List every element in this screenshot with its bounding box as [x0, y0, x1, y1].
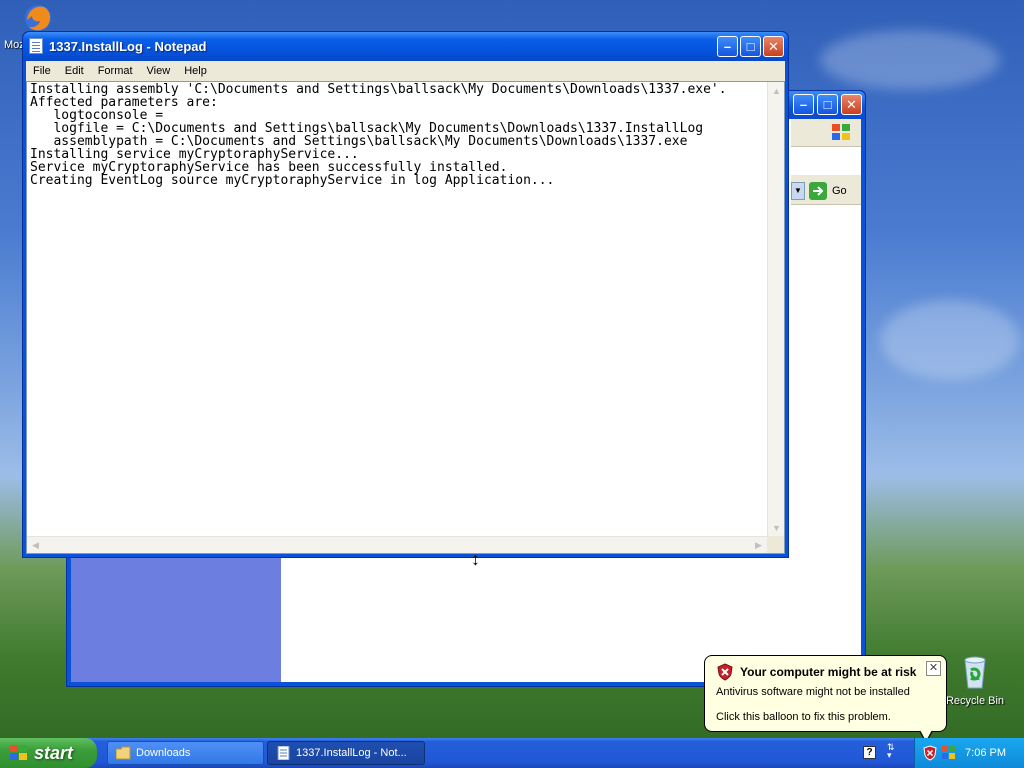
menu-view[interactable]: View [140, 65, 178, 77]
desktop-icon-recycle-bin[interactable]: Recycle Bin [944, 656, 1006, 707]
folder-icon [116, 746, 131, 760]
menu-file[interactable]: File [26, 65, 58, 77]
clock[interactable]: 7:06 PM [965, 747, 1006, 759]
explorer-toolbar [791, 119, 861, 147]
go-label: Go [832, 185, 847, 197]
desktop-icon-firefox[interactable]: Moz [2, 2, 52, 51]
explorer-address-bar: ▼ Go [791, 175, 861, 205]
firefox-icon [25, 5, 51, 31]
explorer-minimize-button[interactable]: – [793, 94, 814, 115]
notepad-window[interactable]: 1337.InstallLog - Notepad – □ ✕ File Edi… [22, 31, 789, 558]
cloud [880, 300, 1020, 380]
menu-bar: File Edit Format View Help [26, 61, 785, 81]
notepad-icon [29, 38, 43, 54]
scroll-up-arrow-icon[interactable]: ▲ [768, 82, 785, 99]
balloon-title: Your computer might be at risk [740, 665, 917, 679]
taskbar-button-label: 1337.InstallLog - Not... [296, 747, 407, 759]
balloon-action[interactable]: Click this balloon to fix this problem. [716, 711, 891, 723]
minimize-button[interactable]: – [717, 36, 738, 57]
cloud [820, 30, 1000, 90]
balloon-close-button[interactable]: ✕ [926, 661, 941, 676]
network-icon[interactable]: ⇅ ▾ [887, 743, 895, 760]
help-icon[interactable]: ? [863, 746, 876, 759]
scroll-right-arrow-icon[interactable]: ▶ [750, 537, 767, 554]
size-grip-icon[interactable] [767, 536, 784, 553]
windows-flag-icon [10, 745, 27, 760]
editor-text[interactable]: Installing assembly 'C:\Documents and Se… [30, 82, 764, 535]
go-arrow-icon [809, 182, 827, 200]
menu-format[interactable]: Format [91, 65, 140, 77]
menu-help[interactable]: Help [177, 65, 214, 77]
notepad-title-bar[interactable]: 1337.InstallLog - Notepad [23, 32, 788, 61]
menu-edit[interactable]: Edit [58, 65, 91, 77]
resize-cursor-icon: ↕ [471, 549, 480, 569]
taskbar-button-notepad[interactable]: 1337.InstallLog - Not... [267, 741, 425, 765]
window-title: 1337.InstallLog - Notepad [49, 39, 207, 54]
desktop-icon-label: Recycle Bin [945, 695, 1005, 707]
balloon-message: Antivirus software might not be installe… [716, 686, 910, 698]
shield-warning-icon [717, 663, 733, 681]
address-dropdown-button[interactable]: ▼ [791, 182, 805, 200]
vertical-scrollbar[interactable]: ▲ ▼ [767, 82, 784, 536]
security-center-icon[interactable] [923, 745, 937, 761]
horizontal-scrollbar[interactable]: ◀ ▶ [27, 536, 767, 553]
text-editor[interactable]: Installing assembly 'C:\Documents and Se… [26, 81, 785, 554]
taskbar: start Downloads 1337.InstallLog - Not...… [0, 738, 1024, 768]
notepad-icon [277, 746, 290, 760]
close-button[interactable]: ✕ [763, 36, 784, 57]
update-icon[interactable] [941, 745, 957, 761]
maximize-button[interactable]: □ [740, 36, 761, 57]
taskbar-button-downloads[interactable]: Downloads [107, 741, 264, 765]
security-balloon[interactable]: Your computer might be at risk ✕ Antivir… [704, 655, 947, 732]
explorer-maximize-button[interactable]: □ [817, 94, 838, 115]
scroll-down-arrow-icon[interactable]: ▼ [768, 519, 785, 536]
taskbar-button-label: Downloads [136, 747, 191, 759]
system-tray: 7:06 PM [914, 738, 1024, 768]
scroll-left-arrow-icon[interactable]: ◀ [27, 537, 44, 554]
start-button[interactable]: start [0, 738, 97, 768]
start-label: start [34, 742, 74, 763]
windows-logo-icon [832, 124, 850, 140]
go-button[interactable]: Go [809, 181, 861, 201]
recycle-bin-icon [964, 656, 986, 689]
explorer-close-button[interactable]: ✕ [841, 94, 862, 115]
